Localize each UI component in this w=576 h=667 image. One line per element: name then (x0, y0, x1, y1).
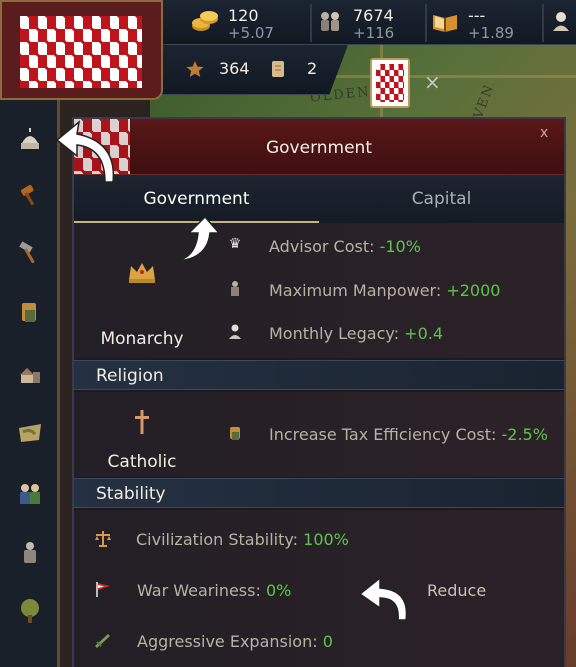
manpower-value: 7674 (353, 6, 394, 25)
divider (542, 4, 544, 42)
religion-section: Catholic Increase Tax Efficiency Cost: -… (74, 392, 564, 477)
modifier-maximum-manpower[interactable]: Maximum Manpower: +2000 (269, 281, 500, 300)
stability-section: Civilization Stability: 100% War Wearine… (74, 510, 564, 667)
stability-civilization[interactable]: Civilization Stability: 100% (136, 530, 349, 549)
modifier-label: Maximum Manpower: (269, 281, 447, 300)
soldier-small-icon (224, 278, 246, 300)
war-flag-icon (92, 578, 114, 600)
book-icon (430, 8, 460, 34)
research-delta: +1.89 (468, 24, 514, 42)
reduce-button[interactable]: Reduce (427, 581, 486, 600)
panel-title: Government (265, 138, 373, 158)
government-section: Monarchy ♛ Advisor Cost: -10% Maximum Ma… (74, 223, 564, 358)
crown-icon (126, 258, 158, 286)
modifier-value: -10% (379, 237, 421, 256)
sword-icon (92, 628, 114, 650)
stability-value: 0 (322, 632, 333, 651)
tab-capital[interactable]: Capital (319, 189, 564, 209)
modifier-label: Increase Tax Efficiency Cost: (269, 425, 502, 444)
pointer-arrow-icon (55, 112, 125, 187)
government-panel: Government x Government Capital Monarchy… (72, 117, 566, 667)
modifier-label: Advisor Cost: (269, 237, 380, 256)
manpower-delta: +116 (353, 24, 395, 42)
map-icon[interactable] (10, 413, 50, 453)
town-icon[interactable] (10, 354, 50, 394)
tax-icon (224, 422, 246, 444)
modifier-value: -2.5% (501, 425, 548, 444)
stability-heading: Stability (74, 478, 564, 508)
documents-value: 2 (307, 59, 318, 78)
scales-icon (92, 528, 114, 550)
ledger-icon[interactable] (10, 293, 50, 333)
stability-war-weariness[interactable]: War Weariness: 0% (137, 581, 291, 600)
divider (425, 4, 427, 42)
close-button[interactable]: x (540, 125, 548, 141)
research-value: --- (468, 6, 486, 25)
stability-aggressive-expansion[interactable]: Aggressive Expansion: 0 (137, 632, 333, 651)
scroll-icon (269, 59, 287, 79)
modifier-advisor-cost[interactable]: Advisor Cost: -10% (269, 237, 421, 256)
left-sidebar (0, 100, 60, 667)
tab-bar: Government Capital (74, 175, 564, 223)
hammer-icon[interactable] (10, 233, 50, 273)
dismiss-icon[interactable]: × (424, 70, 441, 94)
manpower-resource[interactable]: 7674 +116 (315, 0, 425, 45)
shield-flag (376, 64, 404, 102)
gold-coins-icon (190, 8, 220, 34)
tab-government[interactable]: Government (74, 189, 319, 209)
modifier-value: +2000 (446, 281, 501, 300)
crown-small-icon: ♛ (228, 236, 242, 252)
stability-label: War Weariness: (137, 581, 266, 600)
research-resource[interactable]: --- +1.89 (430, 0, 540, 45)
stability-label: Civilization Stability: (136, 530, 304, 549)
government-type: Monarchy (100, 329, 184, 349)
diplomats-icon[interactable] (10, 474, 50, 514)
religion-name: Catholic (107, 452, 177, 472)
gold-delta: +5.07 (228, 24, 274, 42)
resource-bar: 120 +5.07 7674 +116 --- +1.89 (150, 0, 576, 45)
prestige-bar: 364 2 (160, 45, 348, 95)
cross-icon (132, 408, 152, 438)
star-icon (185, 59, 205, 79)
country-flag (20, 16, 142, 88)
modifier-tax-efficiency[interactable]: Increase Tax Efficiency Cost: -2.5% (269, 425, 548, 444)
prestige-value: 364 (219, 59, 250, 78)
country-flag-button[interactable] (0, 0, 163, 100)
modifier-monthly-legacy[interactable]: Monthly Legacy: +0.4 (269, 324, 443, 343)
legacy-resource[interactable] (546, 0, 576, 45)
panel-title-bar: Government x (74, 119, 564, 175)
pointer-arrow-icon (358, 572, 413, 622)
bust-small-icon (224, 321, 246, 343)
modifier-value: +0.4 (404, 324, 444, 343)
tree-icon[interactable] (10, 592, 50, 632)
divider (310, 4, 312, 42)
bust-icon (546, 8, 576, 34)
gold-resource[interactable]: 120 +5.07 (190, 0, 310, 45)
stability-value: 100% (303, 530, 349, 549)
capitol-dome-icon[interactable] (10, 120, 50, 160)
stability-value: 0% (265, 581, 292, 600)
religion-heading: Religion (74, 360, 564, 390)
soldiers-icon (315, 8, 345, 34)
gold-value: 120 (228, 6, 259, 25)
stability-label: Aggressive Expansion: (137, 632, 323, 651)
country-shield-button[interactable] (370, 58, 410, 108)
gavel-icon[interactable] (10, 175, 50, 215)
pointer-arrow-icon (165, 215, 221, 265)
soldier-icon[interactable] (10, 533, 50, 573)
modifier-label: Monthly Legacy: (269, 324, 405, 343)
